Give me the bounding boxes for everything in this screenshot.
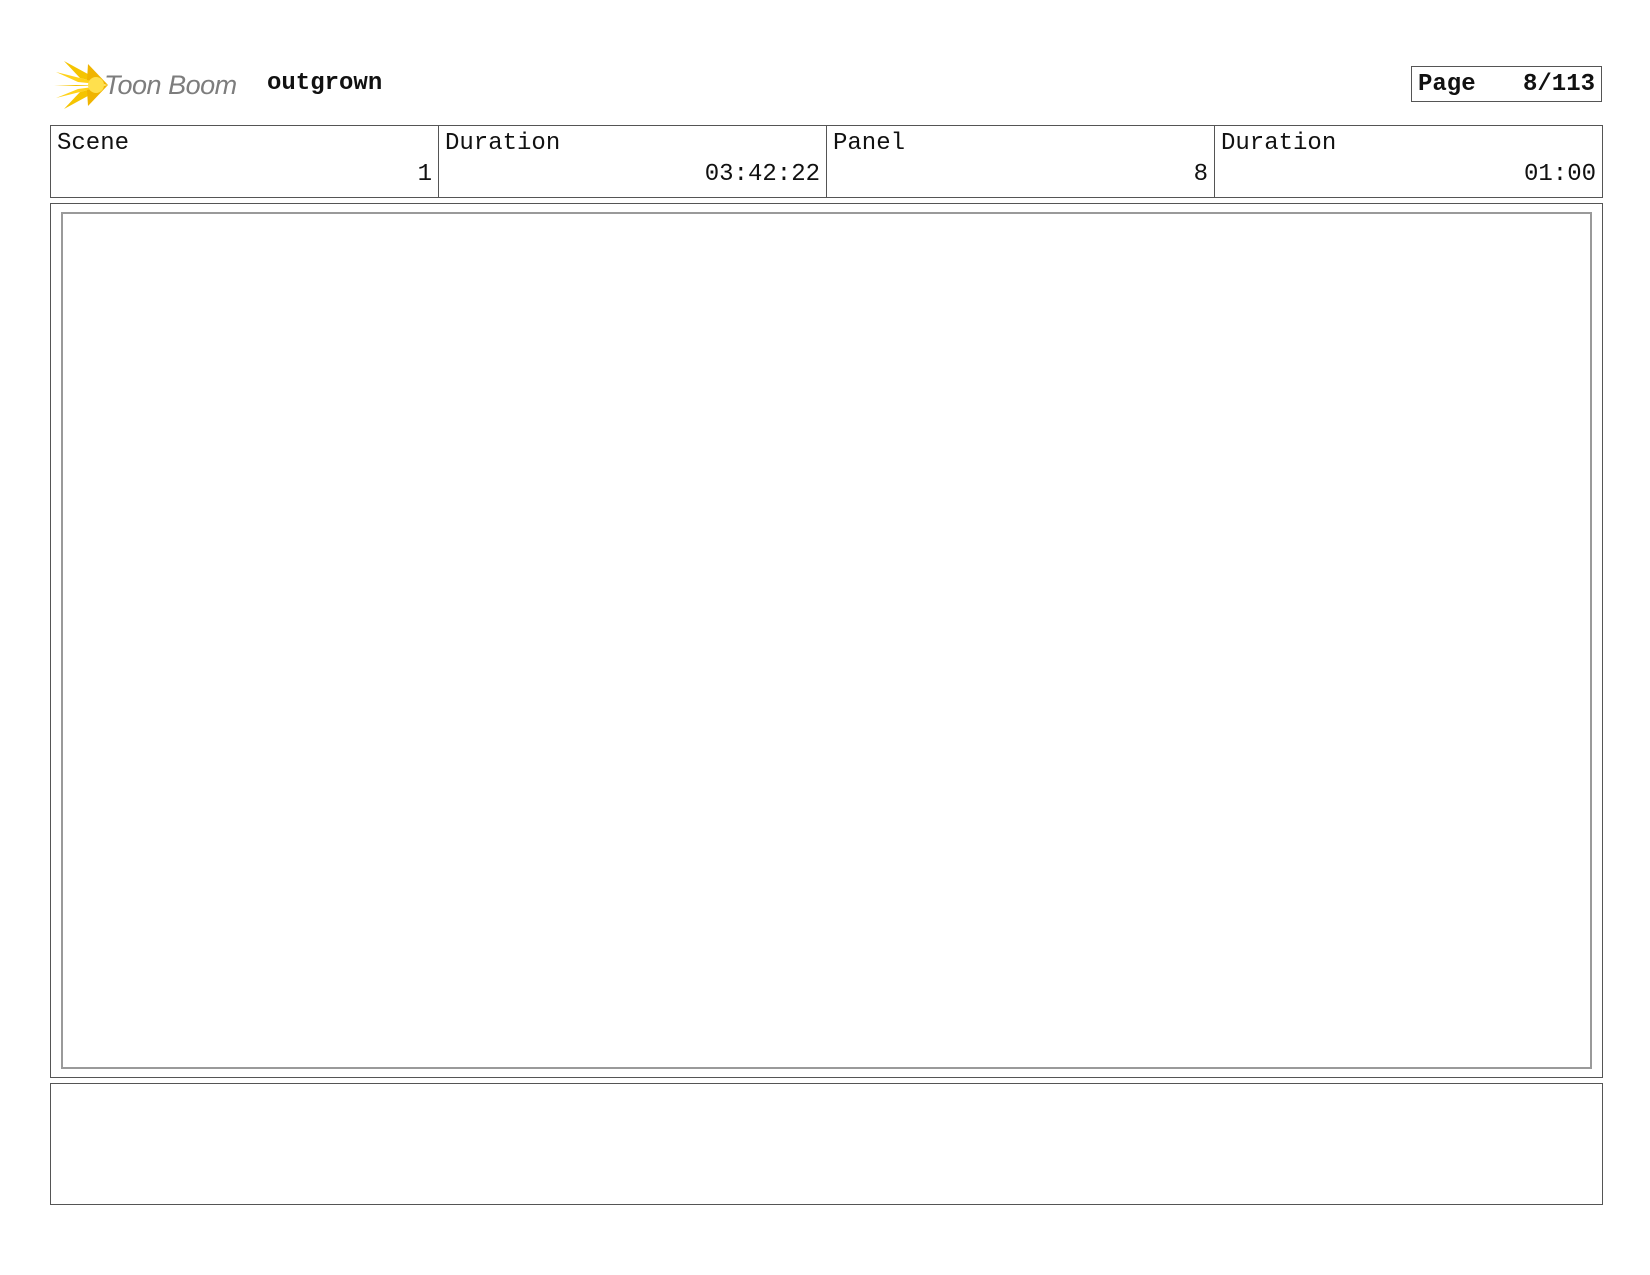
starburst-logo-icon	[54, 61, 108, 109]
panel-duration-label: Duration	[1221, 130, 1337, 157]
scene-duration-value: 03:42:22	[704, 161, 820, 188]
scene-label: Scene	[57, 130, 130, 157]
logo-wordmark: Toon Boom	[104, 69, 237, 100]
scene-duration-label: Duration	[445, 130, 561, 157]
scene-duration-cell: Duration 03:42:22	[439, 126, 827, 197]
page-number: 8/113	[1522, 70, 1595, 98]
scene-value: 1	[417, 161, 432, 188]
page-label: Page	[1418, 70, 1476, 98]
panel-image-area	[61, 212, 1592, 1069]
panel-frame	[50, 203, 1603, 1078]
toon-boom-logo: Toon Boom	[54, 58, 237, 112]
project-title: outgrown	[267, 70, 383, 97]
scene-cell: Scene 1	[51, 126, 439, 197]
panel-info-row: Scene 1 Duration 03:42:22 Panel 8 Durati…	[50, 125, 1603, 198]
panel-notes-box	[50, 1083, 1603, 1205]
panel-value: 8	[1193, 161, 1208, 188]
panel-label: Panel	[833, 130, 906, 157]
panel-duration-value: 01:00	[1523, 161, 1596, 188]
page-indicator: Page 8/113	[1411, 66, 1602, 102]
panel-cell: Panel 8	[827, 126, 1215, 197]
panel-duration-cell: Duration 01:00	[1215, 126, 1602, 197]
